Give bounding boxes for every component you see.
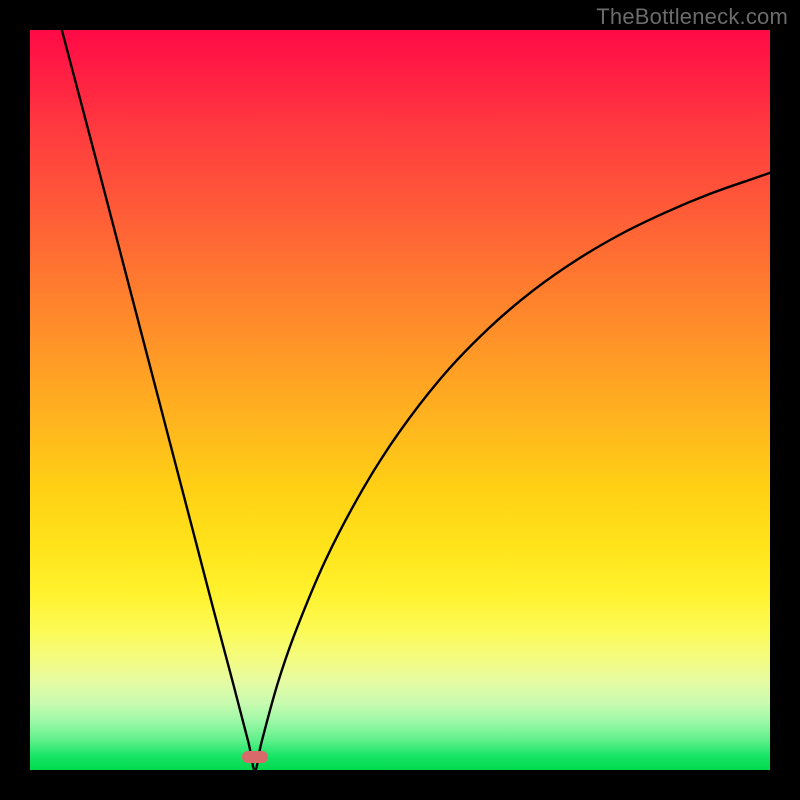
plot-area xyxy=(30,30,770,770)
optimum-marker xyxy=(242,751,268,763)
chart-frame: TheBottleneck.com xyxy=(0,0,800,800)
watermark-text: TheBottleneck.com xyxy=(596,4,788,30)
bottleneck-curve xyxy=(30,30,770,770)
